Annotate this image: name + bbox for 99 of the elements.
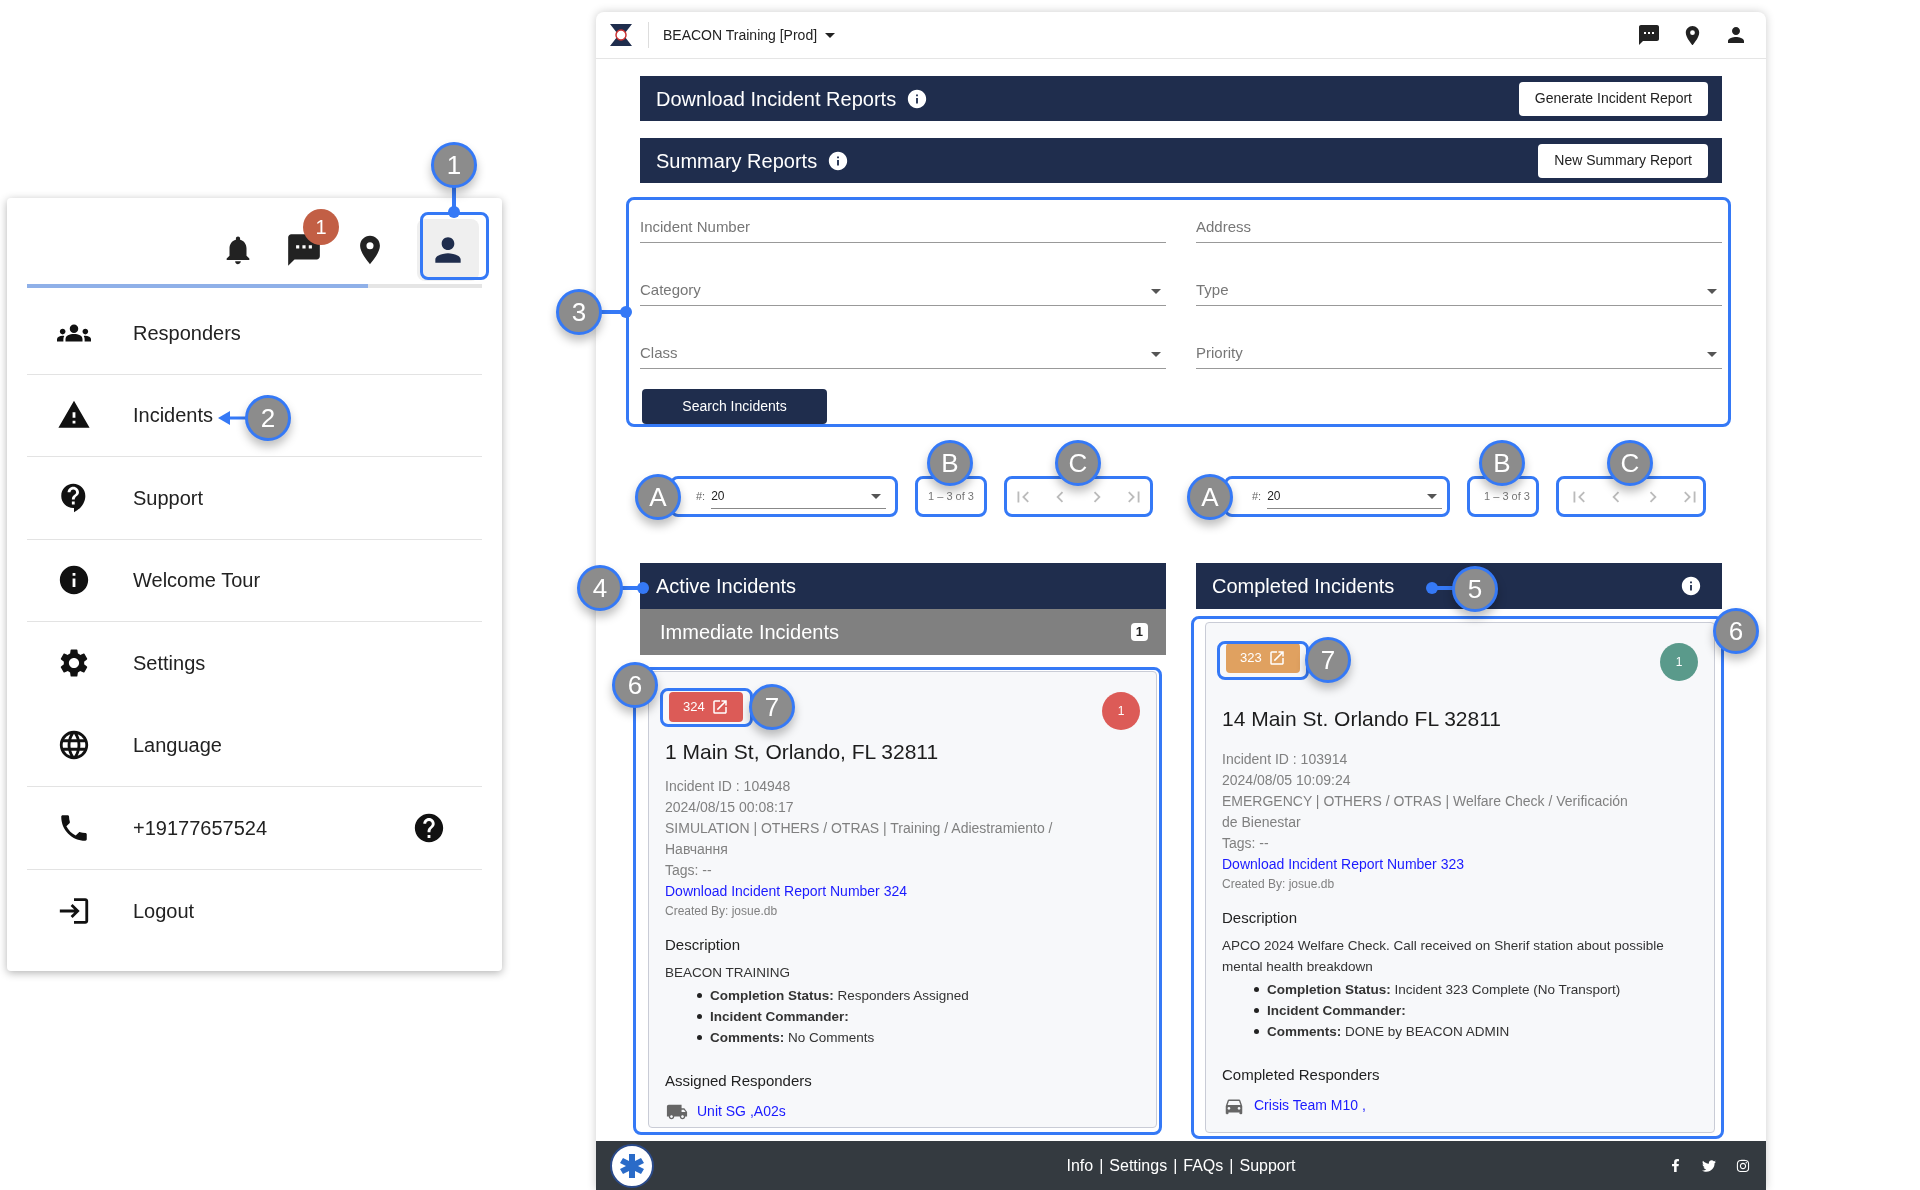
section-title: Summary Reports bbox=[656, 148, 818, 174]
page-range: 1 – 3 of 3 bbox=[1484, 489, 1530, 505]
detail-item: Completion Status: Incident 323 Complete (No Transport) bbox=[1267, 981, 1621, 999]
caret-icon bbox=[1707, 352, 1717, 357]
page-size-select[interactable]: 20 bbox=[711, 484, 886, 509]
caret-icon bbox=[1151, 289, 1161, 294]
responders-heading: Completed Responders bbox=[1222, 1065, 1381, 1085]
filter-field[interactable]: Address bbox=[1196, 204, 1722, 243]
incident-address: 1 Main St, Orlando, FL 32811 bbox=[665, 739, 940, 765]
menu-item[interactable]: Settings bbox=[27, 622, 482, 705]
filter-select[interactable]: Category bbox=[640, 267, 1166, 306]
description-text: APCO 2024 Welfare Check. Call received on Sherif station about possible mental health breakdown bbox=[1222, 937, 1665, 976]
menu-item[interactable]: Support bbox=[27, 457, 482, 540]
external-link-icon bbox=[710, 698, 729, 716]
bullet-icon bbox=[1254, 1029, 1259, 1034]
callout-marker: 1 bbox=[431, 142, 477, 188]
menu-item[interactable]: Welcome Tour bbox=[27, 539, 482, 622]
page-size-select[interactable]: 20 bbox=[1267, 484, 1442, 509]
footer-link[interactable]: Support bbox=[1239, 1153, 1296, 1178]
callout-marker: 4 bbox=[577, 565, 623, 611]
group-title: Immediate Incidents bbox=[660, 620, 839, 645]
chat-icon[interactable] bbox=[1637, 23, 1661, 47]
filter-select[interactable]: Type bbox=[1196, 267, 1722, 306]
detail-item: Comments: No Comments bbox=[710, 1029, 875, 1047]
caret-icon bbox=[1151, 352, 1161, 357]
menu-item[interactable]: Language bbox=[27, 704, 482, 787]
emblem-icon bbox=[610, 1143, 654, 1188]
created-by: Created By: josue.db bbox=[1222, 875, 1336, 893]
caret-icon bbox=[825, 32, 836, 38]
filter-select[interactable]: Priority bbox=[1196, 330, 1722, 369]
download-report-link[interactable]: Download Incident Report Number 324 bbox=[665, 880, 1140, 902]
incident-detail: 2024/08/05 10:09:24 bbox=[1222, 770, 1352, 790]
menu-item[interactable]: +19177657524 bbox=[27, 787, 482, 870]
facebook-icon[interactable] bbox=[1669, 1159, 1682, 1172]
logo-icon bbox=[608, 22, 634, 48]
group-header-bar[interactable]: Immediate Incidents 1 bbox=[640, 609, 1166, 655]
callout-marker: 3 bbox=[556, 289, 602, 335]
incident-detail: SIMULATION | OTHERS / OTRAS | Training / Adiestramiento / Навчання bbox=[665, 818, 1054, 859]
bullet-icon bbox=[697, 1035, 702, 1040]
bullet-icon bbox=[1254, 1008, 1259, 1013]
bullet-icon bbox=[1254, 987, 1259, 992]
responder-link[interactable]: Unit SG ,A02s bbox=[697, 1101, 786, 1122]
link-separator: | bbox=[1173, 1155, 1178, 1176]
incident-address: 14 Main St. Orlando FL 32811 bbox=[1222, 706, 1502, 732]
filter-select[interactable]: Class bbox=[640, 330, 1166, 369]
detail-item: Incident Commander: bbox=[1267, 1002, 1406, 1020]
section-title: Download Incident Reports bbox=[656, 86, 897, 112]
page-size-label: #: bbox=[1252, 489, 1262, 505]
section-action-button[interactable]: New Summary Report bbox=[1538, 143, 1708, 178]
column-title: Active Incidents bbox=[656, 574, 797, 599]
incident-detail: EMERGENCY | OTHERS / OTRAS | Welfare Check / Verificación de Bienestar bbox=[1222, 791, 1629, 832]
incident-detail: Incident ID : 103914 bbox=[1222, 749, 1349, 769]
menu-item[interactable]: Logout bbox=[27, 869, 482, 952]
detail-item: Completion Status: Responders Assigned bbox=[710, 987, 969, 1005]
external-link-icon bbox=[1267, 649, 1286, 667]
footer-link[interactable]: Settings bbox=[1109, 1153, 1168, 1178]
link-separator: | bbox=[1229, 1155, 1234, 1176]
search-button[interactable]: Search Incidents bbox=[642, 389, 827, 424]
footer-link[interactable]: Info bbox=[1066, 1153, 1094, 1178]
info-icon[interactable] bbox=[827, 149, 850, 172]
incident-detail: Tags: -- bbox=[665, 860, 713, 880]
caret-icon bbox=[871, 493, 881, 499]
callout-arrow bbox=[218, 410, 246, 426]
incident-detail: 2024/08/15 00:08:17 bbox=[665, 797, 795, 817]
description-heading: Description bbox=[665, 934, 742, 955]
bullet-icon bbox=[697, 993, 702, 998]
info-icon[interactable] bbox=[1680, 575, 1702, 597]
twitter-icon[interactable] bbox=[1702, 1158, 1716, 1173]
profile-button[interactable] bbox=[417, 219, 479, 281]
detail-item: Incident Commander: bbox=[710, 1008, 849, 1026]
priority-badge: 1 bbox=[1102, 692, 1140, 730]
filter-field[interactable]: Incident Number bbox=[640, 204, 1166, 243]
workspace-dropdown[interactable]: BEACON Training [Prod] bbox=[663, 24, 836, 46]
incident-number-link[interactable]: 324 bbox=[669, 692, 743, 722]
info-icon[interactable] bbox=[906, 87, 929, 110]
download-report-link[interactable]: Download Incident Report Number 323 bbox=[1222, 853, 1698, 875]
page-size-label: #: bbox=[696, 489, 706, 505]
caret-icon bbox=[1707, 289, 1717, 294]
column-title: Completed Incidents bbox=[1212, 574, 1395, 599]
message-count-badge: 1 bbox=[303, 209, 339, 245]
created-by: Created By: josue.db bbox=[665, 902, 779, 920]
incident-detail: Incident ID : 104948 bbox=[665, 776, 792, 796]
responder-link[interactable]: Crisis Team M10 , bbox=[1254, 1095, 1366, 1116]
menu-item[interactable]: Responders bbox=[27, 292, 482, 375]
detail-item: Comments: DONE by BEACON ADMIN bbox=[1267, 1023, 1510, 1041]
responders-heading: Assigned Responders bbox=[665, 1071, 813, 1091]
bullet-icon bbox=[697, 1014, 702, 1019]
footer-link[interactable]: FAQs bbox=[1183, 1153, 1224, 1178]
page-range: 1 – 3 of 3 bbox=[928, 489, 974, 505]
incident-detail: Tags: -- bbox=[1222, 833, 1270, 853]
description-heading: Description bbox=[1222, 907, 1299, 928]
highlight-frame bbox=[420, 212, 489, 280]
instagram-icon[interactable] bbox=[1736, 1158, 1750, 1173]
description-text: BEACON TRAINING bbox=[665, 964, 792, 982]
priority-badge: 1 bbox=[1660, 643, 1698, 681]
count-badge: 1 bbox=[1130, 623, 1148, 641]
link-separator: | bbox=[1099, 1155, 1104, 1176]
caret-icon bbox=[1427, 493, 1437, 499]
section-action-button[interactable]: Generate Incident Report bbox=[1518, 81, 1708, 116]
